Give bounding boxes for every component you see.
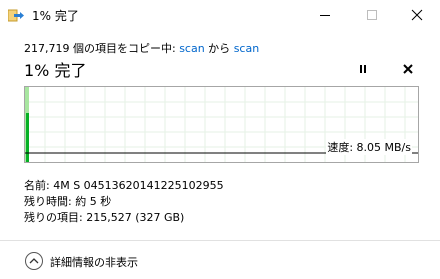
window-title: 1% 完了	[32, 9, 79, 23]
items-remaining-label: 残りの項目:	[24, 211, 83, 224]
fewer-details-label: 詳細情報の非表示	[50, 256, 138, 269]
time-remaining-value: 約 5 秒	[75, 195, 112, 208]
source-folder-link[interactable]: scan	[179, 42, 205, 55]
chevron-up-icon	[25, 252, 43, 270]
close-button[interactable]	[394, 0, 440, 30]
speed-bar	[26, 113, 29, 162]
cancel-button[interactable]	[398, 60, 418, 78]
from-word: から	[204, 42, 234, 55]
minimize-button[interactable]	[302, 0, 348, 30]
detail-items-row: 残りの項目: 215,527 (327 GB)	[24, 210, 224, 226]
detail-time-row: 残り時間: 約 5 秒	[24, 194, 224, 210]
copy-icon	[7, 8, 24, 22]
copy-description: 217,719 個の項目をコピー中: scan から scan	[24, 40, 259, 56]
speed-label: 速度: 8.05 MB/s	[326, 139, 412, 155]
name-value: 4M S 04513620141225102955	[53, 179, 224, 192]
detail-name-row: 名前: 4M S 04513620141225102955	[24, 178, 224, 194]
minimize-icon	[320, 15, 330, 16]
pause-button[interactable]	[353, 60, 373, 78]
maximize-icon	[367, 10, 377, 20]
copy-prefix: 217,719 個の項目をコピー中:	[24, 42, 180, 55]
footer-divider	[0, 240, 440, 241]
time-remaining-label: 残り時間:	[24, 195, 72, 208]
name-label: 名前:	[24, 179, 50, 192]
destination-folder-link[interactable]: scan	[234, 42, 260, 55]
pause-icon	[360, 65, 366, 73]
progress-title: 1% 完了	[24, 61, 87, 80]
title-bar: 1% 完了	[0, 0, 440, 30]
close-icon	[411, 9, 423, 21]
items-remaining-value: 215,527 (327 GB)	[86, 211, 185, 224]
maximize-button[interactable]	[349, 0, 395, 30]
progress-graph: 速度: 8.05 MB/s	[24, 86, 419, 163]
details-panel: 名前: 4M S 04513620141225102955 残り時間: 約 5 …	[24, 178, 224, 226]
cancel-icon	[403, 64, 413, 74]
